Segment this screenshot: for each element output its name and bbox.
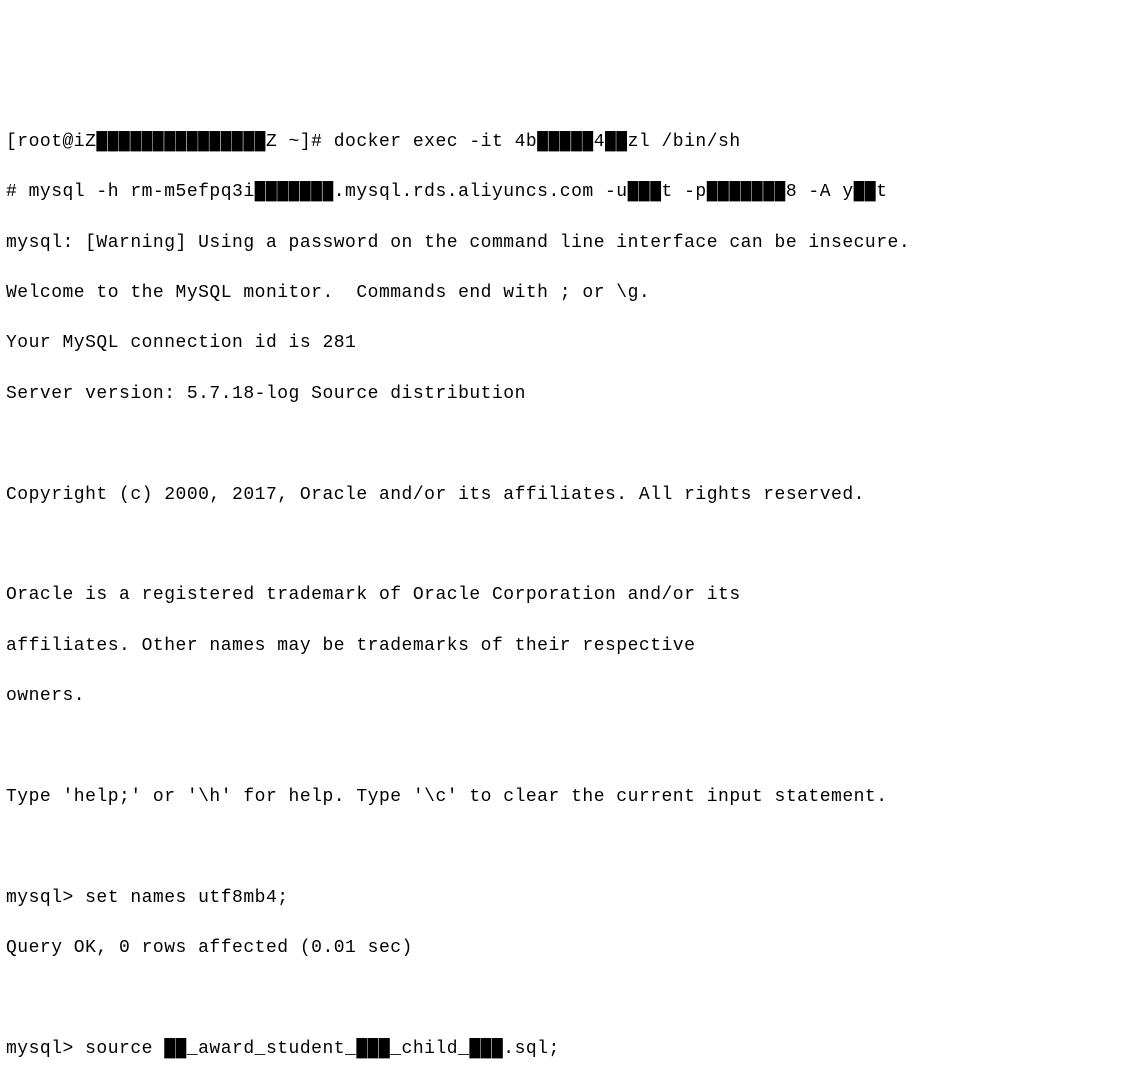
terminal-line <box>6 986 1140 1011</box>
terminal-line: Oracle is a registered trademark of Orac… <box>6 583 1140 608</box>
terminal-line: mysql> source ██_award_student_███_child… <box>6 1037 1140 1062</box>
terminal-line: Copyright (c) 2000, 2017, Oracle and/or … <box>6 483 1140 508</box>
terminal-line: Type 'help;' or '\h' for help. Type '\c'… <box>6 785 1140 810</box>
terminal-line: Server version: 5.7.18-log Source distri… <box>6 382 1140 407</box>
terminal-line: owners. <box>6 684 1140 709</box>
terminal-line: [root@iZ███████████████Z ~]# docker exec… <box>6 130 1140 155</box>
terminal-line: mysql: [Warning] Using a password on the… <box>6 231 1140 256</box>
terminal-line <box>6 533 1140 558</box>
terminal-line <box>6 432 1140 457</box>
terminal-line: mysql> set names utf8mb4; <box>6 886 1140 911</box>
terminal-output: [root@iZ███████████████Z ~]# docker exec… <box>6 105 1140 1084</box>
terminal-line <box>6 835 1140 860</box>
terminal-line: Query OK, 0 rows affected (0.01 sec) <box>6 936 1140 961</box>
terminal-line: affiliates. Other names may be trademark… <box>6 634 1140 659</box>
terminal-line <box>6 734 1140 759</box>
terminal-line: Your MySQL connection id is 281 <box>6 331 1140 356</box>
terminal-line: Welcome to the MySQL monitor. Commands e… <box>6 281 1140 306</box>
terminal-line: # mysql -h rm-m5efpq3i███████.mysql.rds.… <box>6 180 1140 205</box>
